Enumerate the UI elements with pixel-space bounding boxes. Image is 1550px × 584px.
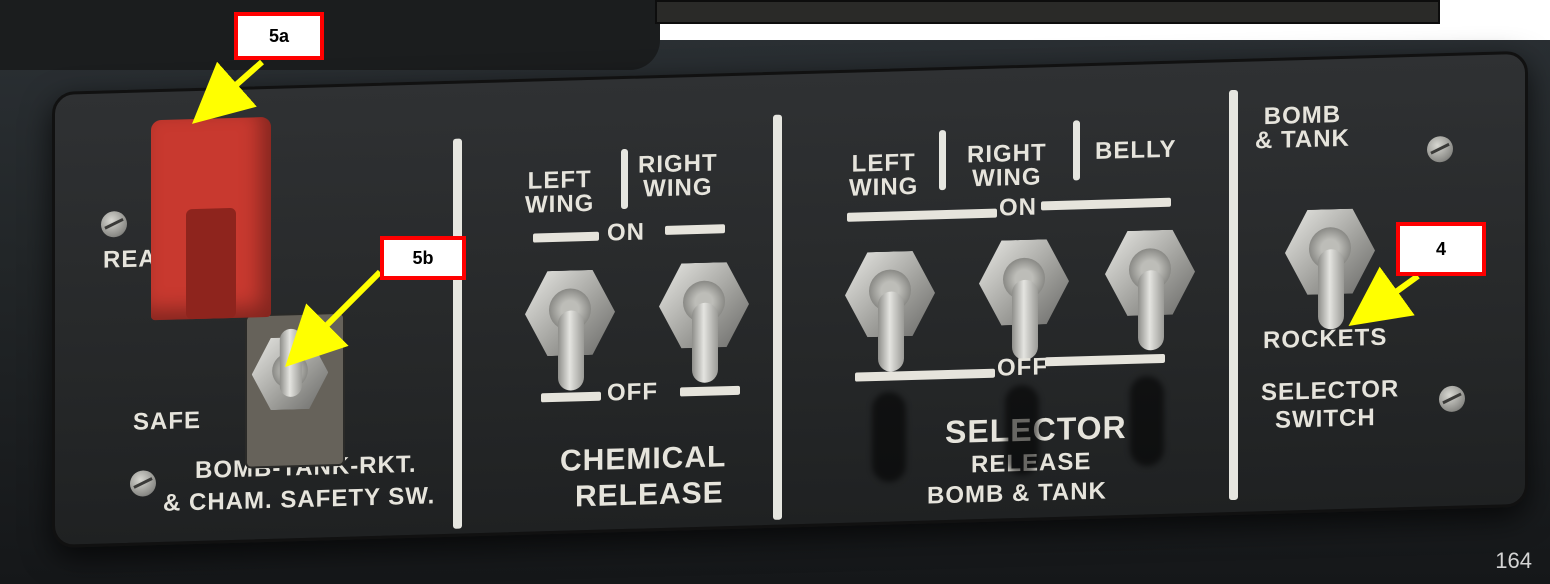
callout-5a: 5a bbox=[234, 12, 324, 60]
callout-4: 4 bbox=[1396, 222, 1486, 276]
arrow-4 bbox=[1348, 266, 1420, 327]
callout-arrows bbox=[192, 59, 1420, 367]
arrow-5a bbox=[192, 59, 264, 124]
page-number: 164 bbox=[1495, 548, 1532, 573]
arrow-5b bbox=[285, 269, 383, 367]
cockpit-scene: READ SAFE BOMB-TANK-RKT. & CHAM. SAFETY … bbox=[0, 0, 1550, 584]
callout-5b: 5b bbox=[380, 236, 466, 280]
